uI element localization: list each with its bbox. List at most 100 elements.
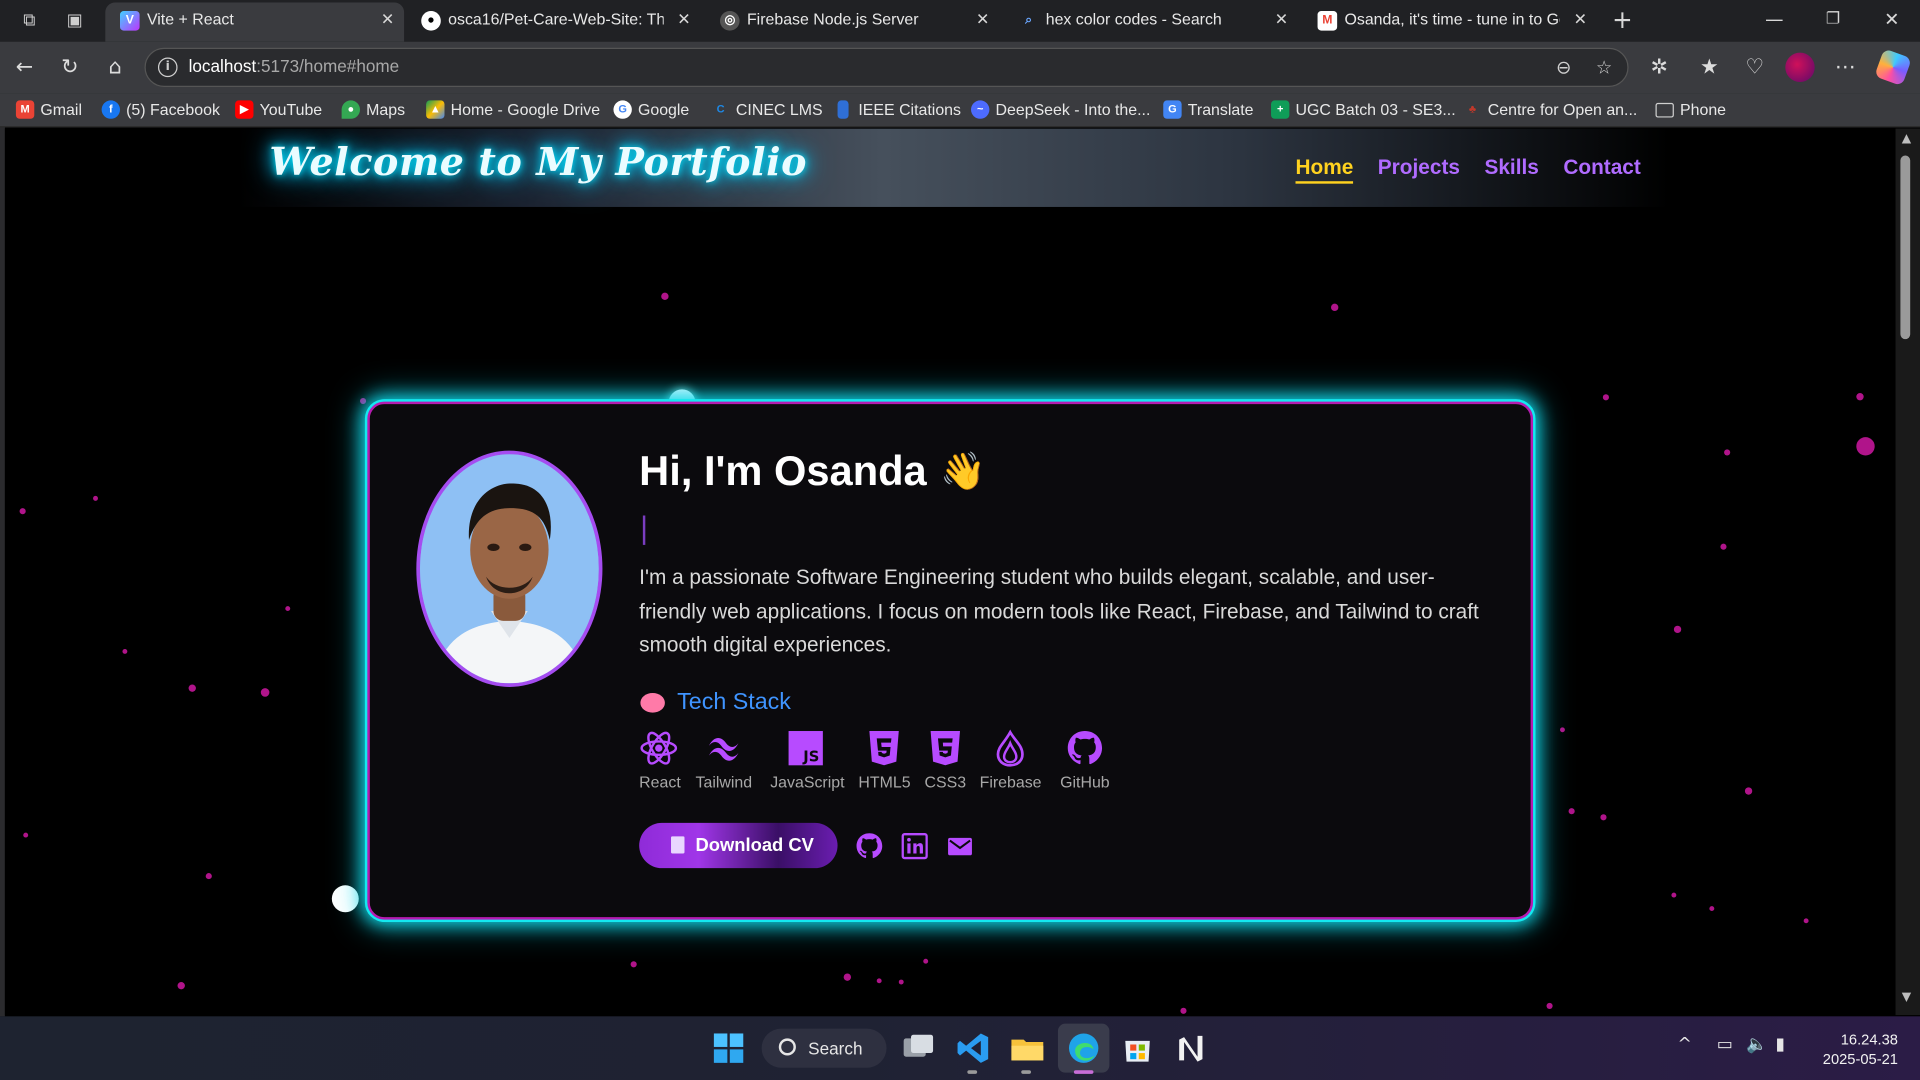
system-clock[interactable]: 16.24.38 2025-05-21 <box>1800 1030 1898 1069</box>
vertical-tabs-icon[interactable]: ▣ <box>64 10 86 32</box>
back-button[interactable]: ← <box>11 54 38 81</box>
close-tab-icon[interactable]: ✕ <box>976 2 989 36</box>
bookmark-translate[interactable]: G Translate <box>1163 99 1254 121</box>
nav-home[interactable]: Home <box>1295 156 1354 184</box>
zoom-icon[interactable]: ⊖ <box>1551 55 1575 79</box>
bookmark-google[interactable]: G Google <box>613 99 689 121</box>
nav-projects[interactable]: Projects <box>1378 156 1460 184</box>
restore-button[interactable]: ❐ <box>1815 5 1852 34</box>
page-scrollbar[interactable]: ▲ ▼ <box>1895 128 1920 1016</box>
close-tab-icon[interactable]: ✕ <box>677 2 690 36</box>
github-social-link[interactable] <box>855 831 884 860</box>
address-bar[interactable]: i localhost:5173/home#home ⊖ ☆ <box>144 47 1629 87</box>
workspaces-icon[interactable]: ⧉ <box>18 10 40 32</box>
tech-label: Firebase <box>979 772 1042 792</box>
bookmark-facebook[interactable]: f (5) Facebook <box>101 99 220 121</box>
settings-more-icon[interactable]: ⋯ <box>1832 54 1859 81</box>
linkedin-social-link[interactable] <box>900 831 929 860</box>
drive-icon: ▲ <box>426 100 445 119</box>
bookmark-deepseek[interactable]: ~ DeepSeek - Into the... <box>971 99 1150 121</box>
tab-firebase[interactable]: ◎ Firebase Node.js Server ✕ <box>705 2 999 41</box>
google-icon: G <box>613 100 632 119</box>
javascript-icon: JS <box>788 731 823 766</box>
tab-label: osca16/Pet-Care-Web-Site: That W <box>448 9 664 29</box>
reload-button[interactable]: ↻ <box>56 54 83 81</box>
new-tab-button[interactable]: + <box>1604 5 1641 34</box>
glow-orb <box>331 885 359 913</box>
bookmark-label: DeepSeek - Into the... <box>995 100 1151 119</box>
scroll-up-icon[interactable]: ▲ <box>1899 132 1914 145</box>
url-text: localhost:5173/home#home <box>188 56 400 76</box>
edge-taskbar-button[interactable] <box>1057 1023 1110 1073</box>
particle <box>1331 303 1339 312</box>
bookmark-label: Home - Google Drive <box>450 100 601 119</box>
extensions-icon[interactable]: ✲ <box>1646 54 1673 81</box>
mail-social-link[interactable] <box>945 831 974 860</box>
clock-date: 2025-05-21 <box>1822 1050 1898 1068</box>
bookmark-ieee[interactable]: IEEE Citations <box>834 99 961 121</box>
nav-contact[interactable]: Contact <box>1563 156 1640 184</box>
download-cv-button[interactable]: Download CV <box>639 822 838 869</box>
typing-caret <box>642 515 646 545</box>
tab-vite-react[interactable]: V Vite + React ✕ <box>105 2 405 42</box>
browser-window: ⧉ ▣ V Vite + React ✕ ● osca16/Pet-Care-W… <box>0 0 1920 1080</box>
hero-bio: I'm a passionate Software Engineering st… <box>639 565 1479 657</box>
network-icon[interactable]: ▭ <box>1717 1035 1733 1055</box>
favorites-icon[interactable]: ★ <box>1696 54 1723 81</box>
windows-start-icon[interactable] <box>710 1030 747 1067</box>
particle <box>843 973 852 981</box>
minimize-button[interactable]: — <box>1756 5 1793 34</box>
file-explorer-icon[interactable] <box>1009 1030 1046 1067</box>
close-tab-icon[interactable]: ✕ <box>381 2 394 36</box>
download-cv-label: Download CV <box>695 835 814 856</box>
task-view-icon[interactable] <box>900 1030 937 1067</box>
site-brand[interactable]: Welcome to My Portfolio <box>269 141 807 185</box>
bookmark-centre[interactable]: ♣ Centre for Open an... <box>1463 99 1637 121</box>
sheets-icon: + <box>1271 100 1290 119</box>
volume-icon[interactable]: 🔈 <box>1746 1035 1767 1055</box>
nav-skills[interactable]: Skills <box>1484 156 1538 184</box>
home-button[interactable]: ⌂ <box>102 54 129 81</box>
particle <box>285 606 291 612</box>
close-tab-icon[interactable]: ✕ <box>1574 2 1587 36</box>
clock-time: 16.24.38 <box>1840 1031 1898 1049</box>
bookmark-drive[interactable]: ▲ Home - Google Drive <box>426 99 600 121</box>
tab-github[interactable]: ● osca16/Pet-Care-Web-Site: That W ✕ <box>407 2 701 41</box>
bookmark-phone[interactable]: Phone <box>1655 99 1726 121</box>
app-active-indicator <box>1073 1070 1094 1074</box>
globe-icon: ◎ <box>720 11 740 31</box>
tab-gmail[interactable]: M Osanda, it's time - tune in to Goo ✕ <box>1303 2 1597 41</box>
bookmark-youtube[interactable]: ▶ YouTube <box>235 99 322 121</box>
scrollbar-thumb[interactable] <box>1900 155 1911 340</box>
particle <box>1856 437 1875 456</box>
search-icon <box>778 1038 796 1056</box>
tab-hex-search[interactable]: ⌕ hex color codes - Search ✕ <box>1004 2 1298 41</box>
bookmark-cinec[interactable]: C CINEC LMS <box>711 99 823 121</box>
bookmark-gmail[interactable]: M Gmail <box>15 99 82 121</box>
battery-icon[interactable]: ▮ <box>1776 1035 1785 1055</box>
bookmark-maps[interactable]: ● Maps <box>341 99 405 121</box>
particle <box>360 397 367 405</box>
notion-style-app-icon[interactable] <box>1173 1030 1210 1067</box>
tech-item-javascript: JS JavaScript <box>770 729 845 791</box>
site-info-icon[interactable]: i <box>157 57 178 78</box>
favorite-star-icon[interactable]: ☆ <box>1592 55 1616 79</box>
vscode-icon[interactable] <box>955 1030 992 1067</box>
particle <box>1673 625 1682 634</box>
particle <box>1744 787 1753 795</box>
tab-strip: ⧉ ▣ V Vite + React ✕ ● osca16/Pet-Care-W… <box>0 0 1920 42</box>
scroll-down-icon[interactable]: ▼ <box>1899 991 1914 1004</box>
profile-avatar[interactable] <box>1785 52 1815 83</box>
close-tab-icon[interactable]: ✕ <box>1275 2 1288 36</box>
windows-taskbar: Search ^ ▭ 🔈 ▮ 16.24.38 2025-05-21 <box>0 1016 1920 1080</box>
bookmark-ugc[interactable]: + UGC Batch 03 - SE3... <box>1271 99 1456 121</box>
browser-essentials-icon[interactable]: ♡ <box>1741 54 1768 81</box>
particle <box>1600 814 1607 821</box>
show-hidden-icons[interactable]: ^ <box>1678 1035 1692 1055</box>
particle <box>1560 727 1565 733</box>
close-window-button[interactable]: ✕ <box>1873 5 1910 34</box>
microsoft-store-icon[interactable] <box>1119 1030 1156 1067</box>
tab-label: Osanda, it's time - tune in to Goo <box>1344 9 1561 29</box>
particle <box>188 684 196 692</box>
taskbar-search[interactable]: Search <box>761 1028 887 1068</box>
